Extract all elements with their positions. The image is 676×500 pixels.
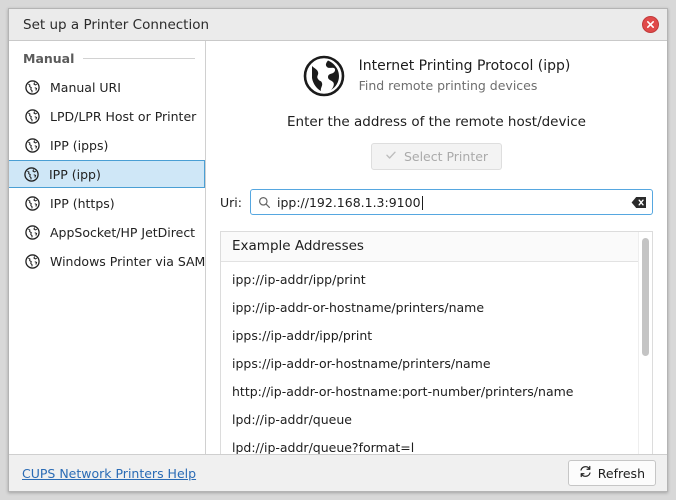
globe-icon — [24, 79, 40, 95]
sidebar-item-ipp-ipp[interactable]: IPP (ipp) — [9, 160, 205, 188]
dialog-body: Manual Manual URI LPD/LPR Host or Printe… — [9, 41, 667, 454]
refresh-label: Refresh — [597, 465, 645, 481]
protocol-header: Internet Printing Protocol (ipp) Find re… — [220, 55, 653, 97]
protocol-title: Internet Printing Protocol (ipp) — [358, 58, 571, 75]
sidebar-group-label: Manual — [23, 51, 75, 66]
backspace-clear-icon[interactable] — [631, 196, 647, 209]
titlebar: Set up a Printer Connection — [9, 9, 667, 41]
globe-icon — [24, 108, 40, 124]
uri-input-value: ipp://192.168.1.3:9100 — [277, 195, 631, 210]
globe-icon — [24, 195, 40, 211]
sidebar-item-label: IPP (ipp) — [49, 166, 101, 182]
globe-icon — [24, 137, 40, 153]
sidebar-item-label: LPD/LPR Host or Printer — [50, 108, 197, 124]
uri-text: ipp://192.168.1.3:9100 — [276, 194, 421, 210]
close-icon[interactable] — [642, 16, 659, 33]
main-panel: Internet Printing Protocol (ipp) Find re… — [206, 41, 667, 454]
uri-label: Uri: — [220, 194, 242, 210]
sidebar-item-manual-uri[interactable]: Manual URI — [9, 73, 205, 101]
sidebar-item-label: IPP (https) — [50, 195, 115, 211]
prompt-text: Enter the address of the remote host/dev… — [287, 114, 586, 130]
sidebar-item-label: IPP (ipps) — [50, 137, 109, 153]
text-caret — [421, 195, 423, 210]
list-item[interactable]: ipps://ip-addr-or-hostname/printers/name — [221, 349, 638, 377]
globe-icon — [23, 166, 39, 182]
window-title: Set up a Printer Connection — [23, 16, 210, 33]
select-printer-wrap: Select Printer — [220, 143, 653, 170]
uri-row: Uri: ipp://192.168.1.3:9100 — [220, 189, 653, 215]
globe-icon — [303, 55, 345, 97]
sidebar-item-lpd-lpr-host-or-printer[interactable]: LPD/LPR Host or Printer — [9, 102, 205, 130]
sidebar-item-label: Manual URI — [50, 79, 121, 95]
example-addresses-panel: Example Addresses ipp://ip-addr/ipp/prin… — [220, 231, 653, 454]
sidebar-group-manual: Manual — [9, 51, 205, 66]
refresh-button[interactable]: Refresh — [567, 460, 656, 486]
globe-icon — [24, 253, 40, 269]
sidebar-group-divider — [83, 58, 195, 59]
printer-connection-dialog: Set up a Printer Connection Manual Manua… — [8, 8, 668, 492]
check-icon — [385, 149, 397, 164]
example-addresses-list: ipp://ip-addr/ipp/print ipp://ip-addr-or… — [221, 262, 638, 455]
list-item[interactable]: ipp://ip-addr/ipp/print — [221, 265, 638, 293]
protocol-text: Internet Printing Protocol (ipp) Find re… — [359, 58, 571, 94]
example-addresses-inner: Example Addresses ipp://ip-addr/ipp/prin… — [221, 232, 638, 454]
sidebar-item-ipp-ipps[interactable]: IPP (ipps) — [9, 131, 205, 159]
sidebar-item-appsocket-hp-jetdirect[interactable]: AppSocket/HP JetDirect — [9, 218, 205, 246]
list-item[interactable]: lpd://ip-addr/queue — [221, 405, 638, 433]
globe-icon — [24, 224, 40, 240]
sidebar: Manual Manual URI LPD/LPR Host or Printe… — [9, 41, 206, 454]
list-item[interactable]: lpd://ip-addr/queue?format=l — [221, 433, 638, 455]
footer: CUPS Network Printers Help Refresh — [9, 454, 667, 491]
examples-scrollbar-thumb[interactable] — [642, 238, 649, 356]
protocol-subtitle: Find remote printing devices — [358, 77, 538, 93]
sidebar-item-ipp-https[interactable]: IPP (https) — [9, 189, 205, 217]
example-addresses-title: Example Addresses — [221, 232, 638, 262]
select-printer-button[interactable]: Select Printer — [370, 143, 503, 170]
sidebar-item-label: AppSocket/HP JetDirect — [50, 224, 196, 240]
list-item[interactable]: ipps://ip-addr/ipp/print — [221, 321, 638, 349]
list-item[interactable]: http://ip-addr-or-hostname:port-number/p… — [221, 377, 638, 405]
refresh-icon — [579, 465, 592, 481]
list-item[interactable]: ipp://ip-addr-or-hostname/printers/name — [221, 293, 638, 321]
select-printer-label: Select Printer — [403, 149, 489, 164]
search-icon — [258, 196, 271, 209]
uri-input[interactable]: ipp://192.168.1.3:9100 — [249, 189, 653, 215]
sidebar-item-label: Windows Printer via SAMBA — [50, 253, 206, 269]
sidebar-item-windows-printer-via-samba[interactable]: Windows Printer via SAMBA — [9, 247, 205, 275]
cups-help-link[interactable]: CUPS Network Printers Help — [22, 466, 568, 481]
examples-scrollbar[interactable] — [638, 232, 652, 454]
